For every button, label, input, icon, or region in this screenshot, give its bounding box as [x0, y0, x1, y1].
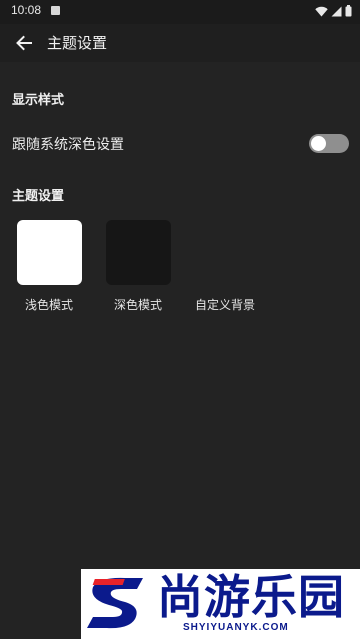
follow-system-dark-label: 跟随系统深色设置 — [12, 137, 124, 153]
wifi-icon — [315, 6, 328, 17]
dark-theme-label: 深色模式 — [114, 298, 163, 312]
light-theme-swatch — [17, 220, 82, 285]
battery-icon — [345, 5, 352, 17]
toggle-thumb — [311, 136, 326, 151]
dark-theme-swatch — [106, 220, 171, 285]
signal-icon — [331, 6, 342, 17]
status-icons — [315, 5, 352, 17]
custom-background-label: 自定义背景 — [195, 298, 256, 312]
arrow-left-icon — [16, 35, 32, 51]
follow-system-dark-row[interactable]: 跟随系统深色设置 — [0, 128, 360, 160]
back-button[interactable] — [12, 31, 36, 55]
follow-system-dark-toggle[interactable] — [309, 134, 349, 153]
theme-option-dark[interactable]: 深色模式 — [106, 220, 176, 312]
watermark-url: SHYIYUANYK.COM — [183, 622, 289, 633]
watermark-logo: 尚游乐园 SHYIYUANYK.COM — [81, 569, 360, 639]
status-time: 10:08 — [11, 3, 42, 17]
display-section-title: 显示样式 — [12, 93, 65, 108]
theme-section-title: 主题设置 — [12, 189, 65, 204]
light-theme-label: 浅色模式 — [25, 298, 74, 312]
theme-option-light[interactable]: 浅色模式 — [17, 220, 87, 312]
app-notification-icon — [51, 6, 60, 15]
app-bar: 主题设置 — [0, 24, 360, 62]
s-logo-icon — [87, 577, 143, 629]
watermark-logo-text: 尚游乐园 — [157, 570, 345, 624]
status-bar: 10:08 — [0, 0, 360, 24]
page-title: 主题设置 — [47, 34, 108, 52]
